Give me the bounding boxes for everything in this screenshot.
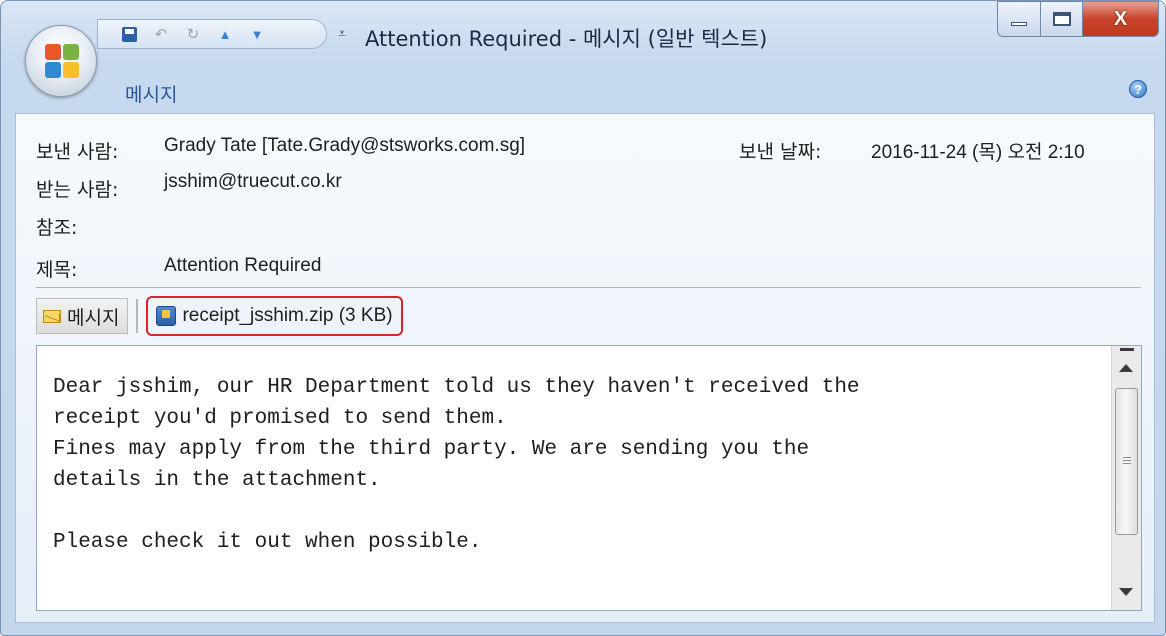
office-button[interactable] — [25, 25, 97, 97]
window-title: Attention Required - 메시지 (일반 텍스트) — [365, 27, 768, 51]
envelope-icon — [43, 309, 61, 323]
subject-label: 제목: — [36, 259, 78, 281]
zip-file-icon — [156, 306, 177, 326]
tab-message[interactable]: 메시지 — [125, 80, 177, 107]
message-tab[interactable]: 메시지 — [36, 298, 129, 334]
previous-item-icon: ▲ — [218, 26, 232, 42]
maximize-icon — [1052, 12, 1071, 26]
close-button[interactable]: X — [1083, 1, 1159, 37]
office-logo-icon — [45, 44, 79, 78]
from-value[interactable]: Grady Tate [Tate.Grady@stsworks.com.sg] — [164, 135, 525, 157]
message-tab-label: 메시지 — [67, 306, 120, 329]
sent-value: 2016-11-24 (목) 오전 2:10 — [871, 142, 1085, 163]
to-label: 받는 사람: — [36, 179, 119, 201]
message-panel: 보낸 사람: Grady Tate [Tate.Grady@stsworks.c… — [15, 113, 1155, 623]
attachment-file-label: receipt_jsshim.zip (3 KB) — [182, 305, 393, 326]
split-handle[interactable] — [1120, 348, 1134, 351]
title-bar[interactable]: ↶ ↻ ▲ ▼ ⩡ Attention Required - 메시지 (일반 텍… — [1, 1, 1165, 97]
from-label: 보낸 사람: — [36, 141, 119, 163]
grip-icon — [1123, 457, 1131, 464]
scroll-thumb[interactable] — [1115, 388, 1138, 535]
caption-buttons: X — [997, 1, 1159, 37]
maximize-button[interactable] — [1041, 1, 1083, 37]
cc-label: 참조: — [36, 217, 78, 239]
attachment-strip: 메시지 receipt_jsshim.zip (3 KB) — [36, 296, 403, 336]
next-item-button[interactable]: ▼ — [248, 25, 266, 43]
help-icon[interactable]: ? — [1129, 80, 1147, 98]
scroll-up-icon[interactable] — [1119, 364, 1133, 372]
sent-label: 보낸 날짜: — [739, 141, 822, 163]
redo-button[interactable]: ↻ — [184, 25, 202, 43]
next-item-icon: ▼ — [250, 26, 264, 42]
minimize-icon — [1011, 22, 1027, 26]
save-button[interactable] — [120, 25, 138, 43]
message-body-text: Dear jsshim, our HR Department told us t… — [53, 376, 860, 554]
to-value[interactable]: jsshim@truecut.co.kr — [164, 171, 342, 193]
header-divider — [36, 287, 1141, 288]
undo-button[interactable]: ↶ — [152, 25, 170, 43]
save-icon — [121, 26, 137, 42]
customize-qat-icon[interactable]: ⩡ — [338, 25, 346, 42]
message-window: ↶ ↻ ▲ ▼ ⩡ Attention Required - 메시지 (일반 텍… — [0, 0, 1166, 636]
previous-item-button[interactable]: ▲ — [216, 25, 234, 43]
undo-icon: ↶ — [154, 26, 168, 43]
minimize-button[interactable] — [997, 1, 1041, 37]
quick-access-toolbar: ↶ ↻ ▲ ▼ — [97, 19, 327, 49]
attachment-file[interactable]: receipt_jsshim.zip (3 KB) — [146, 296, 403, 336]
message-body[interactable]: Dear jsshim, our HR Department told us t… — [36, 345, 1142, 611]
subject-value: Attention Required — [164, 255, 322, 276]
scroll-down-icon[interactable] — [1119, 588, 1133, 596]
redo-icon: ↻ — [186, 26, 200, 43]
close-icon: X — [1113, 7, 1128, 30]
attachment-separator — [136, 299, 139, 333]
vertical-scrollbar[interactable] — [1111, 346, 1141, 610]
ribbon-tab-row: 메시지 ? — [1, 63, 1165, 113]
